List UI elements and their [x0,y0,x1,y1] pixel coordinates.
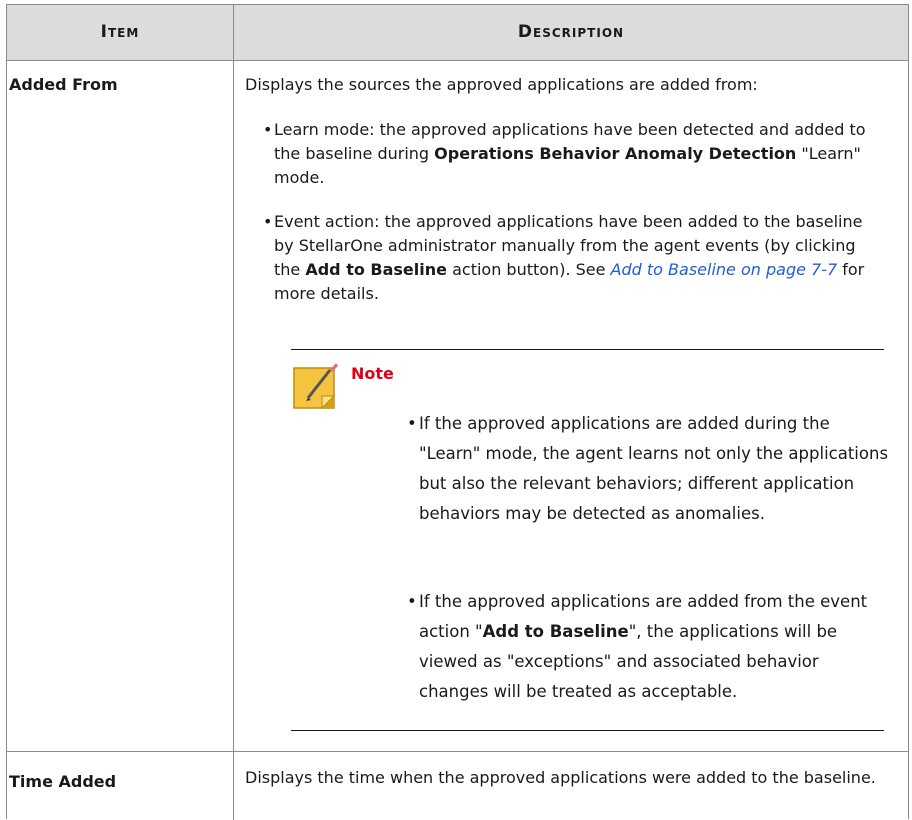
time-added-description: Displays the time when the approved appl… [245,768,876,787]
bullet-bold: Add to Baseline [305,260,447,279]
bullet-learn-mode: • Learn mode: the approved applications … [263,118,886,190]
item-time-added: Time Added [9,772,117,791]
row-divider [7,751,908,752]
note-bottom-rule [291,730,884,731]
bullet-dot: • [263,120,273,139]
note-bullet-text: If the approved applications are added d… [419,414,889,523]
note-bullet-learn: • If the approved applications are added… [407,409,889,529]
note-bullet-event: • If the approved applications are added… [407,587,889,707]
note-bullet-bold: Add to Baseline [482,622,629,641]
header-description: Description [517,22,625,42]
note-title: Note [351,364,394,383]
column-divider [233,5,234,820]
header-item: Item [100,22,140,42]
bullet-text: action button). See [447,260,611,279]
bullet-bold: Operations Behavior Anomaly Detection [434,144,797,163]
note-top-rule [291,349,884,350]
note-icon [293,363,338,410]
item-added-from: Added From [9,75,118,94]
table-header: Item Description [7,5,908,61]
added-from-intro: Displays the sources the approved applic… [245,75,758,94]
bullet-event-action: • Event action: the approved application… [263,210,886,306]
bullet-dot: • [407,592,417,611]
bullet-dot: • [263,212,273,231]
add-to-baseline-link[interactable]: Add to Baseline on page 7-7 [611,260,838,279]
bullet-dot: • [407,414,417,433]
